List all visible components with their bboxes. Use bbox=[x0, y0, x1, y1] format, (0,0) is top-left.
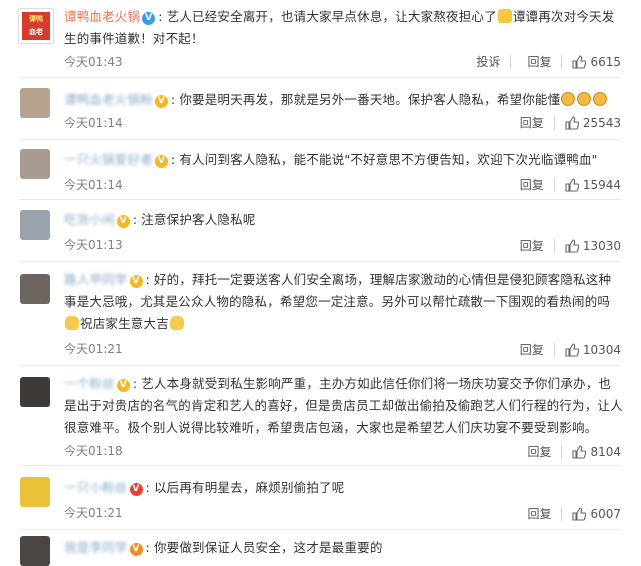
verified-badge-icon: V bbox=[154, 95, 168, 108]
comment-text: 谭鸭血老火锅 V: 艺人已经安全离开，也请大家早点休息，让大家熬夜担心了 谭谭再次对今… bbox=[64, 9, 615, 46]
thumbs-up-icon bbox=[565, 177, 579, 192]
divider bbox=[561, 506, 563, 521]
user-name[interactable]: 一只小粉丝 bbox=[64, 480, 128, 495]
sad-emoji-icon bbox=[577, 92, 592, 106]
comment-item: 吃货小闲 V: 注意保护客人隐私呢 今天01:13 回复 13030 bbox=[0, 200, 641, 260]
brand-logo-icon: 谭鸭 血老 bbox=[22, 12, 50, 40]
reply-button[interactable]: 回复 bbox=[520, 176, 544, 193]
comment-time: 今天01:43 bbox=[64, 55, 123, 69]
comment-item: 谭鸭 血老 谭鸭血老火锅 V: 艺人已经安全离开，也请大家早点休息，让大家熬夜担心了… bbox=[0, 0, 641, 76]
reply-button[interactable]: 回复 bbox=[527, 53, 551, 70]
comment-actions: 投诉 回复 6615 bbox=[470, 53, 621, 70]
comment-time: 今天01:21 bbox=[64, 506, 123, 520]
like-button[interactable]: 13030 bbox=[565, 239, 621, 253]
like-button[interactable]: 6615 bbox=[572, 55, 621, 69]
verified-badge-icon: V bbox=[116, 379, 130, 392]
comment-text: 一只小粉丝 V: 以后再有明星去，麻烦别偷拍了呢 bbox=[64, 480, 345, 496]
comment-item: 我是李同学 V: 你要做到保证人员安全，这才是最重要的 bbox=[0, 530, 641, 566]
avatar[interactable] bbox=[20, 477, 50, 507]
comment-time: 今天01:14 bbox=[64, 116, 123, 130]
thumbs-up-icon bbox=[565, 115, 579, 130]
user-name[interactable]: 路人甲同学 bbox=[64, 272, 128, 287]
divider bbox=[553, 238, 555, 253]
avatar[interactable] bbox=[20, 88, 50, 118]
verified-badge-icon: V bbox=[129, 543, 143, 556]
like-count: 15944 bbox=[582, 177, 621, 192]
pray-emoji-icon bbox=[497, 9, 512, 23]
like-button[interactable]: 25543 bbox=[565, 116, 621, 130]
comment-item: 一只小粉丝 V: 以后再有明星去，麻烦别偷拍了呢 今天01:21 回复 6007 bbox=[0, 466, 641, 528]
comment-text: 路人甲同学 V: 好的，拜托一定要送客人们安全离场，理解店家激动的心情但是侵犯顾客隐… bbox=[64, 272, 612, 331]
divider bbox=[553, 342, 555, 357]
reply-button[interactable]: 回复 bbox=[520, 114, 544, 131]
thumbs-up-icon bbox=[572, 506, 587, 521]
user-name[interactable]: 吃货小闲 bbox=[64, 212, 115, 227]
report-button[interactable]: 投诉 bbox=[476, 53, 500, 70]
avatar[interactable] bbox=[20, 274, 50, 304]
avatar[interactable] bbox=[20, 149, 50, 179]
avatar[interactable] bbox=[20, 536, 50, 566]
like-count: 13030 bbox=[582, 238, 621, 253]
like-count: 6615 bbox=[590, 54, 621, 69]
comment-item: 一只火锅爱好者 V: 有人问到客人隐私，能不能说"不好意思不方便告知，欢迎下次光临谭… bbox=[0, 140, 641, 198]
person-emoji-icon bbox=[65, 316, 79, 330]
comment-text: 我是李同学 V: 你要做到保证人员安全，这才是最重要的 bbox=[64, 540, 383, 556]
user-name[interactable]: 我是李同学 bbox=[64, 540, 128, 555]
comment-actions: 回复 25543 bbox=[514, 114, 621, 131]
thumbs-up-icon bbox=[572, 54, 587, 69]
sad-emoji-icon bbox=[561, 92, 576, 106]
thumbs-up-icon bbox=[565, 342, 579, 357]
avatar[interactable] bbox=[20, 210, 50, 240]
like-count: 25543 bbox=[582, 115, 621, 130]
brand-avatar[interactable]: 谭鸭 血老 bbox=[18, 8, 54, 44]
like-count: 10304 bbox=[582, 342, 621, 357]
divider bbox=[510, 54, 512, 69]
verified-badge-icon: V bbox=[116, 215, 130, 228]
reply-button[interactable]: 回复 bbox=[527, 505, 551, 522]
divider bbox=[553, 115, 555, 130]
comment-actions: 回复 15944 bbox=[514, 176, 621, 193]
reply-button[interactable]: 回复 bbox=[520, 237, 544, 254]
thumbs-up-icon bbox=[565, 238, 579, 253]
comment-time: 今天01:18 bbox=[64, 444, 123, 458]
comment-text: 一个粉丝 V: 艺人本身就受到私生影响严重，主办方如此信任你们将一场庆功宴交予你们承… bbox=[64, 376, 623, 435]
comment-item: 谭鸭血老火锅粉 V: 你要是明天再发，那就是另外一番天地。保护客人隐私，希望你能懂 … bbox=[0, 78, 641, 138]
like-button[interactable]: 15944 bbox=[565, 178, 621, 192]
comment-item: 一个粉丝 V: 艺人本身就受到私生影响严重，主办方如此信任你们将一场庆功宴交予你们承… bbox=[0, 366, 641, 464]
like-count: 6007 bbox=[590, 506, 621, 521]
comment-time: 今天01:13 bbox=[64, 238, 123, 252]
verified-badge-icon: V bbox=[129, 483, 143, 496]
comment-text: 谭鸭血老火锅粉 V: 你要是明天再发，那就是另外一番天地。保护客人隐私，希望你能懂 bbox=[64, 89, 623, 111]
avatar[interactable] bbox=[20, 377, 50, 407]
verified-badge-icon: V bbox=[142, 12, 156, 25]
user-name[interactable]: 一只火锅爱好者 bbox=[64, 152, 153, 167]
divider bbox=[561, 444, 563, 459]
user-name[interactable]: 一个粉丝 bbox=[64, 376, 115, 391]
comment-time: 今天01:21 bbox=[64, 342, 123, 356]
comment-text: 吃货小闲 V: 注意保护客人隐私呢 bbox=[64, 212, 256, 228]
user-name[interactable]: 谭鸭血老火锅 bbox=[64, 9, 140, 24]
reply-button[interactable]: 回复 bbox=[527, 443, 551, 460]
sad-emoji-icon bbox=[593, 92, 608, 106]
comment-actions: 回复 10304 bbox=[514, 341, 621, 358]
reply-button[interactable]: 回复 bbox=[520, 341, 544, 358]
like-button[interactable]: 10304 bbox=[565, 343, 621, 357]
thumbs-up-icon bbox=[572, 444, 587, 459]
comment-text: 一只火锅爱好者 V: 有人问到客人隐私，能不能说"不好意思不方便告知，欢迎下次光临谭… bbox=[64, 152, 598, 168]
comment-actions: 回复 8104 bbox=[521, 443, 621, 460]
verified-badge-icon: V bbox=[129, 275, 143, 288]
person-emoji-icon bbox=[169, 316, 184, 330]
comment-time: 今天01:14 bbox=[64, 178, 123, 192]
verified-badge-icon: V bbox=[154, 155, 168, 168]
like-button[interactable]: 6007 bbox=[572, 507, 621, 521]
comment-item: 路人甲同学 V: 好的，拜托一定要送客人们安全离场，理解店家激动的心情但是侵犯顾客隐… bbox=[0, 262, 641, 364]
divider bbox=[561, 54, 563, 69]
comment-actions: 回复 6007 bbox=[521, 505, 621, 522]
like-button[interactable]: 8104 bbox=[572, 445, 621, 459]
like-count: 8104 bbox=[590, 444, 621, 459]
divider bbox=[553, 177, 555, 192]
comment-actions: 回复 13030 bbox=[514, 237, 621, 254]
user-name[interactable]: 谭鸭血老火锅粉 bbox=[64, 92, 153, 107]
